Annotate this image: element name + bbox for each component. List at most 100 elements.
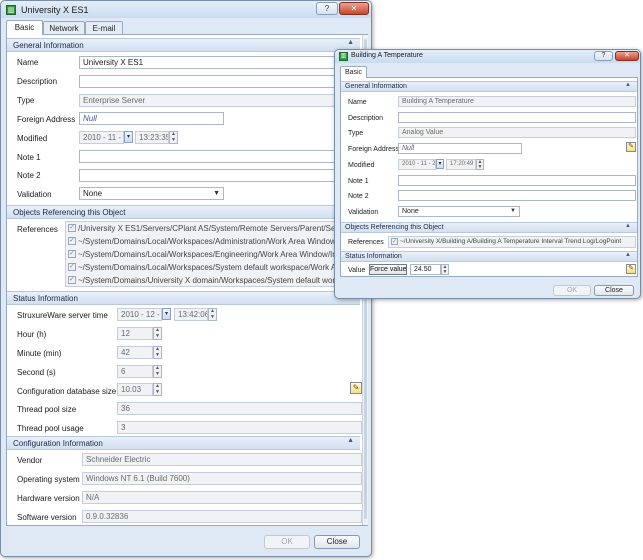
status-info-title: Status Information	[13, 294, 78, 303]
help-button[interactable]: ?	[594, 51, 613, 61]
collapse-icon: ▲	[347, 437, 354, 444]
type-label: Type	[17, 96, 35, 105]
os-field: Windows NT 6.1 (Build 7600)	[82, 472, 362, 485]
reference-item[interactable]: ~/University X/Building A/Building A Tem…	[400, 238, 621, 245]
ok-button[interactable]: OK	[553, 285, 591, 296]
config-info-header[interactable]: Configuration Information ▲	[7, 436, 360, 450]
popup-titlebar[interactable]: ▥ Building A Temperature ? ✕	[335, 50, 640, 63]
tab-basic-label: Basic	[14, 23, 35, 32]
references-list[interactable]: ✓ ~/University X/Building A/Building A T…	[388, 236, 636, 248]
main-titlebar[interactable]: ▥ University X ES1 ? ✕	[1, 1, 371, 18]
calendar-icon: ▾	[124, 131, 133, 143]
validation-select[interactable]: None ▼	[398, 206, 520, 217]
reference-item[interactable]: ~/System/Domains/University X domain/Wor…	[78, 276, 356, 285]
reference-item[interactable]: ~/System/Domains/Local/Workspaces/Engine…	[78, 250, 354, 259]
chevron-down-icon: ▼	[510, 208, 516, 214]
modified-time-spinner: ▲ ▼	[476, 159, 484, 170]
note1-label: Note 1	[348, 178, 369, 185]
name-field[interactable]: University X ES1	[79, 56, 359, 69]
note1-field[interactable]	[79, 150, 359, 163]
second-label: Second (s)	[17, 368, 56, 377]
help-icon: ?	[601, 52, 606, 59]
tab-basic[interactable]: Basic	[340, 66, 367, 78]
thread-pool-size-field: 36	[117, 402, 362, 415]
minute-spinner: ▲ ▼	[153, 346, 162, 359]
value-label: Value	[348, 267, 366, 274]
help-button[interactable]: ?	[316, 2, 338, 15]
references-header[interactable]: Objects Referencing this Object ▲	[7, 205, 360, 219]
value-field[interactable]: 24.50	[410, 264, 441, 275]
references-title: Objects Referencing this Object	[13, 208, 126, 217]
description-label: Description	[17, 77, 58, 86]
reference-item[interactable]: ~/System/Domains/Local/Workspaces/Admini…	[78, 237, 350, 246]
name-label: Name	[17, 58, 39, 67]
tab-basic[interactable]: Basic	[6, 20, 43, 35]
minute-field: 42	[117, 346, 153, 359]
references-title: Objects Referencing this Object	[345, 224, 444, 231]
app-icon: ▥	[339, 52, 348, 61]
status-info-header[interactable]: Status Information	[7, 291, 360, 305]
minute-label: Minute (min)	[17, 349, 62, 358]
modified-time-spinner: ▲ ▼	[169, 131, 178, 144]
note2-label: Note 2	[17, 171, 41, 180]
description-field[interactable]	[398, 112, 636, 123]
main-content-panel: General Information ▲ Name University X …	[6, 34, 368, 526]
force-value-button[interactable]: Force value	[369, 264, 407, 275]
edit-icon[interactable]: ✎	[626, 264, 636, 274]
note2-field[interactable]	[398, 190, 636, 201]
note2-label: Note 2	[348, 193, 369, 200]
modified-date-field: 2010 - 11 - 25	[398, 159, 436, 170]
note2-field[interactable]	[79, 169, 359, 182]
close-window-button[interactable]: ✕	[615, 51, 639, 61]
close-window-button[interactable]: ✕	[339, 2, 369, 15]
reference-item[interactable]: ~/System/Domains/Local/Workspaces/System…	[78, 263, 358, 272]
collapse-icon: ▲	[347, 39, 354, 46]
config-db-spinner: ▲ ▼	[153, 383, 162, 396]
validation-label: Validation	[17, 190, 52, 199]
edit-icon[interactable]: ✎	[626, 142, 636, 152]
hw-label: Hardware version	[17, 494, 80, 503]
reference-checkbox: ✓	[68, 224, 76, 232]
general-info-header[interactable]: General Information ▲	[7, 38, 360, 52]
foreign-address-label: Foreign Address	[348, 146, 399, 153]
ok-button[interactable]: OK	[264, 535, 310, 549]
hw-field: N/A	[82, 491, 362, 504]
modified-time-field: 17:20:49	[446, 159, 476, 170]
vendor-field: Schneider Electric	[82, 453, 362, 466]
collapse-icon: ▲	[625, 252, 631, 258]
tab-basic-label: Basic	[344, 69, 363, 76]
description-field[interactable]	[79, 75, 359, 88]
tab-email[interactable]: E-mail	[85, 21, 123, 35]
validation-select[interactable]: None ▼	[79, 187, 224, 200]
references-header[interactable]: Objects Referencing this Object ▲	[341, 222, 637, 233]
server-time-field: 13:42:06	[174, 308, 208, 321]
popup-window-title: Building A Temperature	[351, 52, 423, 59]
foreign-address-field[interactable]: Null	[79, 112, 224, 125]
edit-icon[interactable]: ✎	[350, 382, 362, 394]
second-field: 6	[117, 365, 153, 378]
reference-item[interactable]: /University X ES1/Servers/CPlant AS/Syst…	[78, 224, 358, 233]
close-button[interactable]: Close	[594, 285, 634, 296]
os-label: Operating system	[17, 475, 80, 484]
tab-network[interactable]: Network	[43, 21, 85, 35]
note1-label: Note 1	[17, 153, 41, 162]
modified-time-field: 13:23:35	[135, 131, 169, 144]
status-info-header[interactable]: Status Information ▲	[341, 251, 637, 262]
server-date-field: 2010 - 12 - 02	[117, 308, 162, 321]
type-field: Analog Value	[398, 127, 636, 138]
thread-pool-usage-label: Thread pool usage	[17, 424, 84, 433]
thread-pool-size-label: Thread pool size	[17, 405, 77, 414]
name-field: Building A Temperature	[398, 96, 636, 107]
sw-label: Software version	[17, 513, 77, 522]
foreign-address-label: Foreign Address	[17, 115, 76, 124]
description-label: Description	[348, 115, 384, 122]
type-label: Type	[348, 130, 364, 137]
close-button[interactable]: Close	[314, 535, 360, 549]
general-info-header[interactable]: General Information ▲	[341, 81, 637, 92]
popup-content-panel: General Information ▲ Name Building A Te…	[340, 77, 638, 277]
note1-field[interactable]	[398, 175, 636, 186]
calendar-icon: ▾	[162, 308, 171, 320]
value-spinner[interactable]: ▲ ▼	[441, 264, 449, 275]
references-list[interactable]: ✓ /University X ES1/Servers/CPlant AS/Sy…	[65, 221, 359, 287]
foreign-address-field[interactable]: Null	[398, 143, 522, 154]
